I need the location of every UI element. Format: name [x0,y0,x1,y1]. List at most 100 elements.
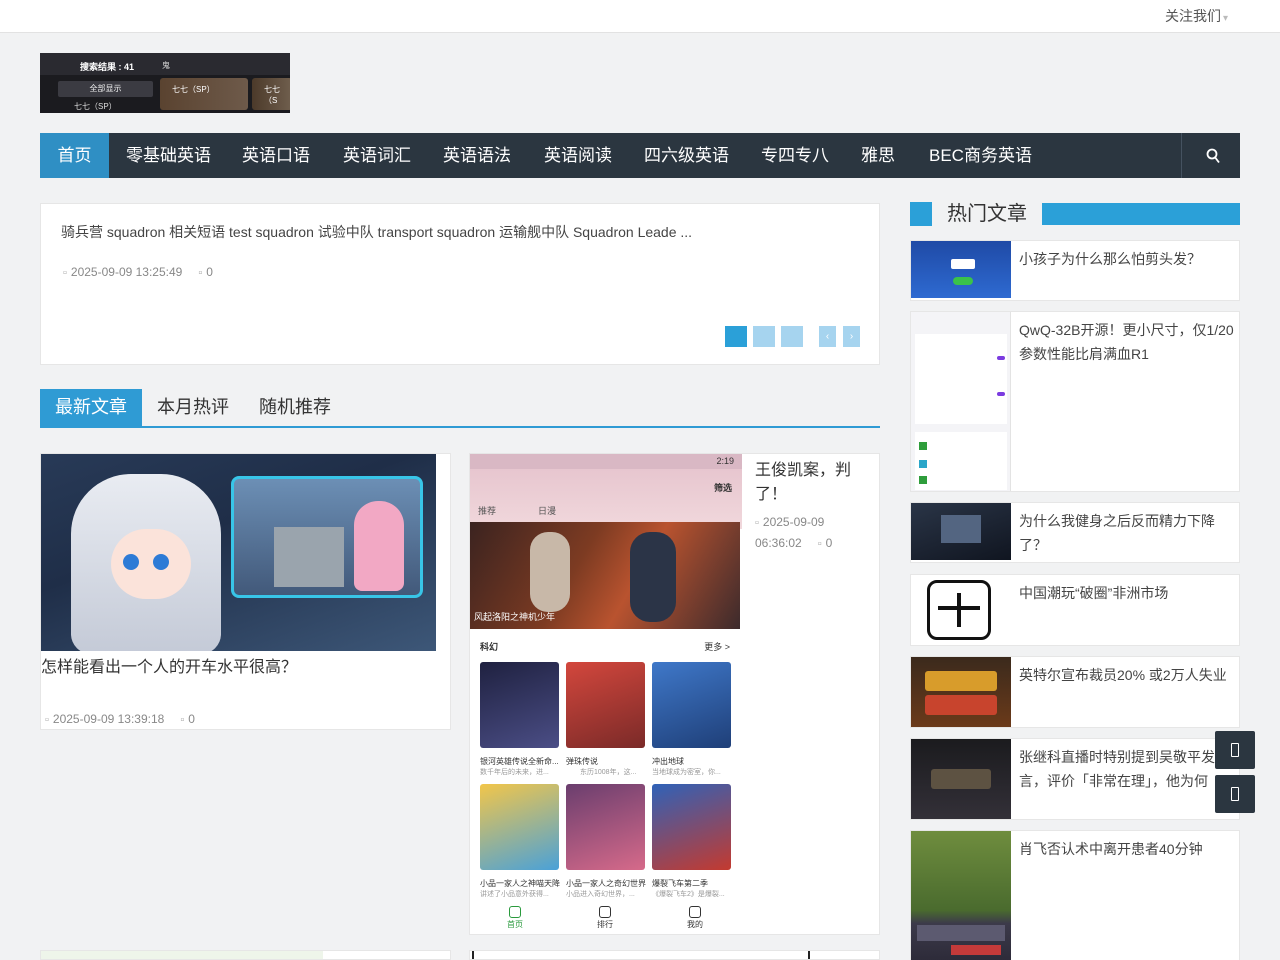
logo-result-text: 搜索结果 : 41 [80,62,135,72]
article-comment-count: 0 [188,712,195,726]
nav-item-tem[interactable]: 专四专八 [761,133,829,178]
phone-item-name: 银河英雄传说全新命... [480,757,559,766]
article-title[interactable]: 怎样能看出一个人的开车水平很高？ [41,656,297,680]
hot-article-title[interactable]: 小孩子为什么那么怕剪头发？ [1019,247,1237,271]
hot-article-item[interactable]: 张继科直播时特别提到吴敬平发言，评价「非常在理」，他为何 [910,738,1240,820]
logo-mark: 鬼 [162,61,170,70]
slider-dot-3[interactable] [781,326,803,347]
hot-article-item[interactable]: 英特尔宣布裁员20% 或2万人失业 [910,656,1240,728]
hot-article-item[interactable]: 为什么我健身之后反而精力下降了？ [910,502,1240,563]
slider-meta: ▫ 2025-09-09 13:25:49 ▫ 0 [63,265,213,279]
slider-comment-count: 0 [206,265,213,279]
nav-search-button[interactable] [1181,133,1240,178]
hot-article-thumb[interactable] [911,241,1011,298]
phone-item-name: 爆裂飞车第二季 [652,879,708,888]
article-card[interactable]: 怎样能看出一个人的开车水平很高？ ▫ 2025-09-09 13:39:18 ▫ 0 [40,453,451,730]
phone-item-desc: 东历1008年，这... [580,769,637,776]
search-icon [1206,148,1220,164]
hot-article-item[interactable]: 中国潮玩“破圈”非洲市场 [910,574,1240,646]
nav-item-reading[interactable]: 英语阅读 [544,133,612,178]
article-date: 2025-09-09 13:39:18 [52,712,165,726]
tab-latest[interactable]: 最新文章 [40,389,142,426]
slider-excerpt[interactable]: 骑兵营 squadron 相关短语 test squadron 试验中队 tra… [61,222,692,242]
slider-dot-2[interactable] [753,326,775,347]
hot-article-thumb[interactable] [911,503,1011,560]
article-card[interactable]: 2:19 筛选 推荐 日漫 风起洛阳之神机少年 科幻 更多 > 银河英雄传说全新… [469,453,880,935]
article-title[interactable]: 王俊凯案，判了！ [755,459,870,507]
float-action-button[interactable] [1215,731,1255,769]
hot-article-title[interactable]: 张继科直播时特别提到吴敬平发言，评价「非常在理」，他为何 [1019,745,1237,793]
featured-slider: 骑兵营 squadron 相关短语 test squadron 试验中队 tra… [40,203,880,365]
article-thumbnail[interactable] [41,454,436,651]
hot-article-title[interactable]: 中国潮玩“破圈”非洲市场 [1019,581,1237,605]
hot-article-thumb[interactable] [911,831,1011,960]
phone-item-desc: 讲述了小品意外获得... [480,891,549,898]
phone-icon [1231,743,1239,757]
phone-nav-rank: 排行 [585,906,625,930]
phone-filter-label: 筛选 [713,483,732,493]
tab-monthly-hot[interactable]: 本月热评 [157,389,229,426]
phone-item-name: 冲出地球 [652,757,684,766]
phone-item-desc: 数千年后的未来，进... [480,769,549,776]
hot-article-title[interactable]: 为什么我健身之后反而精力下降了？ [1019,509,1237,557]
phone-tab: 推荐 [478,506,497,516]
slider-next-button[interactable]: › [843,326,860,347]
phone-item-desc: 小品进入奇幻世界，... [566,891,635,898]
phone-banner-caption: 风起洛阳之神机少年 [474,612,556,622]
nav-item-home[interactable]: 首页 [40,133,109,178]
article-card-partial[interactable] [40,950,451,960]
article-thumbnail[interactable]: 2:19 筛选 推荐 日漫 风起洛阳之神机少年 科幻 更多 > 银河英雄传说全新… [470,454,742,934]
hot-article-item[interactable]: QwQ-32B开源！更小尺寸，仅1/20参数性能比肩满血R1 [910,311,1240,492]
slider-prev-button[interactable]: ‹ [819,326,836,347]
phone-nav-me: 我的 [675,906,715,930]
float-action-button[interactable] [1215,775,1255,813]
hot-article-item[interactable]: 肖飞否认术中离开患者40分钟 [910,830,1240,960]
nav-item-vocabulary[interactable]: 英语词汇 [343,133,411,178]
hot-article-title[interactable]: 肖飞否认术中离开患者40分钟 [1019,837,1237,861]
phone-item-desc: 当地球成为密室，你... [652,769,721,776]
site-logo[interactable]: 搜索结果 : 41 鬼 全部显示 七七（SP） 七七（S 七七（SP） [40,53,290,113]
article-card-partial[interactable] [469,950,880,960]
top-bar: 关注我们 ▾ [0,0,1280,33]
logo-chip: 七七（S [252,78,290,110]
phone-section-title: 科幻 [480,642,499,652]
phone-item-name: 小品一家人之神喵天降 [480,879,560,888]
phone-item-desc: 《爆裂飞车2》是爆裂... [652,891,725,898]
phone-item-name: 小品一家人之奇幻世界 [566,879,646,888]
nav-item-speaking[interactable]: 英语口语 [242,133,310,178]
clock-icon: ▫ [45,714,49,726]
hot-article-thumb[interactable] [911,739,1011,819]
hot-articles-title: 热门文章 [947,203,1027,225]
main-nav: 首页 零基础英语 英语口语 英语词汇 英语语法 英语阅读 四六级英语 专四专八 … [40,133,1240,178]
logo-chip-text: 七七（SP） [74,102,117,111]
nav-item-ielts[interactable]: 雅思 [861,133,895,178]
article-comment-count: 0 [825,536,833,550]
hot-article-thumb[interactable] [911,312,1011,491]
logo-chip: 七七（SP） [160,78,248,110]
clock-icon: ▫ [755,517,759,529]
follow-us-link[interactable]: 关注我们 ▾ [1165,6,1228,26]
hot-article-title[interactable]: QwQ-32B开源！更小尺寸，仅1/20参数性能比肩满血R1 [1019,318,1237,366]
hot-articles-heading: 热门文章 [910,202,1240,226]
slider-date: 2025-09-09 13:25:49 [70,265,183,279]
nav-item-beginner[interactable]: 零基础英语 [126,133,211,178]
comment-icon: ▫ [198,267,203,279]
phone-item-name: 弹珠传说 [566,757,598,766]
nav-item-bec[interactable]: BEC商务英语 [929,133,1032,178]
hot-article-thumb[interactable] [911,657,1011,727]
nav-item-cet[interactable]: 四六级英语 [644,133,729,178]
phone-status-time: 2:19 [716,456,734,466]
follow-us-label: 关注我们 [1164,8,1221,24]
tab-random[interactable]: 随机推荐 [259,389,331,426]
chevron-down-icon: ▾ [1222,13,1228,24]
phone-nav-home: 首页 [495,906,535,930]
hot-article-item[interactable]: 小孩子为什么那么怕剪头发？ [910,240,1240,301]
comment-icon: ▫ [180,714,185,726]
hot-article-title[interactable]: 英特尔宣布裁员20% 或2万人失业 [1019,663,1237,687]
phone-tab: 日漫 [538,506,557,516]
slider-dot-1[interactable] [725,326,747,347]
logo-all-label: 全部显示 [58,81,153,97]
hot-article-thumb[interactable] [911,575,1011,645]
nav-item-grammar[interactable]: 英语语法 [443,133,511,178]
article-date: 2025-09-09 [762,515,825,529]
